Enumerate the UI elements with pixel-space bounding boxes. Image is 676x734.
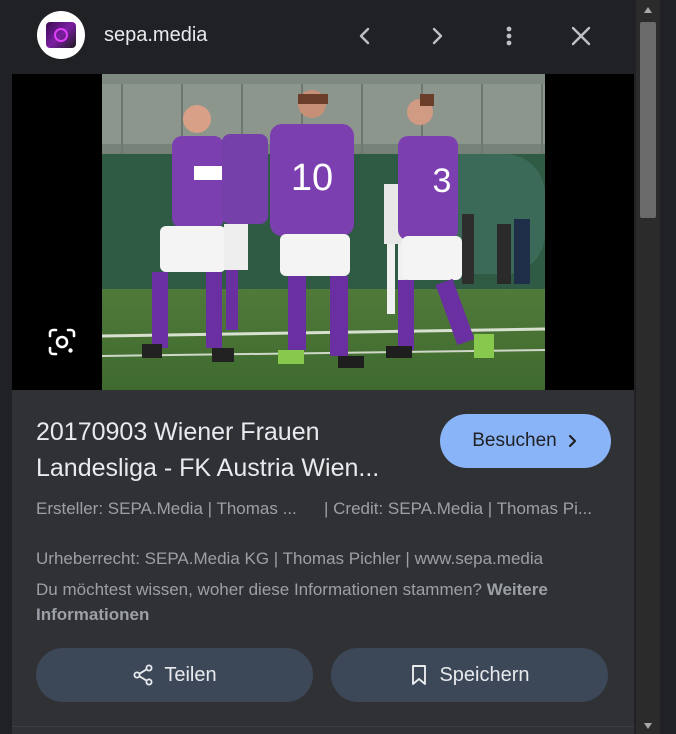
copyright-text: Urheberrecht: SEPA.Media KG | Thomas Pic… [36,549,544,568]
image-preview-panel: sepa.media 10 3 20170903 Wiener Frauen L… [12,0,634,734]
site-name[interactable]: sepa.media [104,24,207,47]
scrollbar[interactable] [636,0,660,734]
image-viewer: 10 3 [12,74,634,390]
save-button[interactable]: Speichern [331,648,608,702]
credit-text: | Credit: SEPA.Media | Thomas Pi... [324,499,593,518]
visit-button[interactable]: Besuchen [440,414,611,468]
info-question: Du möchtest wissen, woher diese Informat… [36,580,482,599]
close-button[interactable] [563,18,599,54]
site-logo[interactable] [37,11,85,59]
share-button-label: Teilen [164,663,217,686]
chevron-right-icon [568,434,576,448]
creator-text: Ersteller: SEPA.Media | Thomas ... [36,499,297,518]
share-icon [133,664,153,686]
scroll-thumb[interactable] [640,22,656,218]
bookmark-icon [412,665,427,685]
window-edge [660,0,676,734]
jersey-number-3: 3 [433,162,452,200]
chevron-right-icon [432,27,443,45]
previous-button[interactable] [347,18,383,54]
google-lens-button[interactable] [44,324,80,360]
visit-button-label: Besuchen [472,430,557,451]
save-button-label: Speichern [439,663,530,686]
share-button[interactable]: Teilen [36,648,313,702]
jersey-number-10: 10 [291,157,333,199]
next-button[interactable] [419,18,455,54]
football-photo: 10 3 [102,74,545,390]
more-vert-icon [506,26,512,46]
creator-credit-line: Ersteller: SEPA.Media | Thomas ... | Cre… [36,499,626,519]
close-icon [571,26,591,46]
main-photo[interactable]: 10 3 [102,74,545,390]
more-options-button[interactable] [491,18,527,54]
scroll-up-arrow[interactable] [639,2,657,18]
info-text: Du möchtest wissen, woher diese Informat… [36,577,616,627]
scroll-down-arrow[interactable] [639,718,657,734]
triangle-down-icon [644,723,652,729]
triangle-up-icon [644,7,652,13]
chevron-left-icon [359,27,370,45]
result-title[interactable]: 20170903 Wiener Frauen Landesliga - FK A… [36,414,416,486]
panel-header: sepa.media [12,0,634,74]
bottom-divider [12,726,634,727]
google-lens-icon [48,328,76,356]
